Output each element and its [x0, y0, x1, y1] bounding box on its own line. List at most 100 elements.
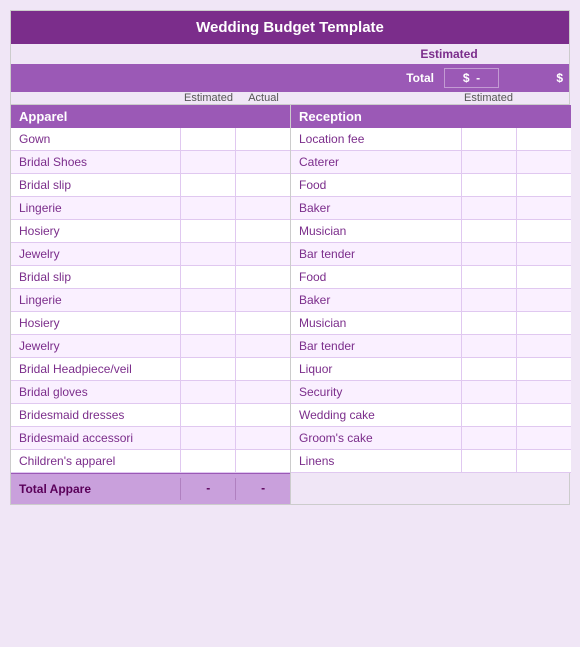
actual-cell[interactable] — [235, 174, 290, 196]
extra-cell-right[interactable] — [516, 266, 571, 288]
estimated-cell-right[interactable] — [461, 358, 516, 380]
extra-cell-right[interactable] — [516, 289, 571, 311]
extra-cell-right[interactable] — [516, 450, 571, 472]
list-item: Bar tender — [291, 336, 461, 356]
actual-cell[interactable] — [235, 312, 290, 334]
total-dollar-sign: $ - — [444, 68, 499, 88]
actual-cell[interactable] — [235, 243, 290, 265]
extra-cell-right[interactable] — [516, 381, 571, 403]
estimated-cell[interactable] — [180, 358, 235, 380]
estimated-cell-right[interactable] — [461, 381, 516, 403]
list-item: Lingerie — [11, 198, 180, 218]
estimated-cell-right[interactable] — [461, 450, 516, 472]
estimated-cell-right[interactable] — [461, 151, 516, 173]
actual-cell[interactable] — [235, 450, 290, 472]
actual-cell[interactable] — [235, 335, 290, 357]
apparel-total-label: Total Appare — [11, 479, 180, 499]
estimated-cell[interactable] — [180, 427, 235, 449]
list-item: Baker — [291, 290, 461, 310]
actual-cell[interactable] — [235, 128, 290, 150]
actual-cell[interactable] — [235, 220, 290, 242]
estimated-cell-right[interactable] — [461, 243, 516, 265]
estimated-cell[interactable] — [180, 450, 235, 472]
actual-cell[interactable] — [235, 266, 290, 288]
list-item: Musician — [291, 221, 461, 241]
extra-cell-right[interactable] — [516, 197, 571, 219]
list-item: Bridal slip — [11, 267, 180, 287]
list-item: Bridal Headpiece/veil — [11, 359, 180, 379]
estimated-cell[interactable] — [180, 220, 235, 242]
extra-cell-right[interactable] — [516, 404, 571, 426]
apparel-total-actual: - — [235, 478, 290, 500]
estimated-cell[interactable] — [180, 151, 235, 173]
extra-cell-right[interactable] — [516, 151, 571, 173]
table-row: Musician — [291, 312, 571, 335]
actual-cell[interactable] — [235, 404, 290, 426]
table-row: Food — [291, 266, 571, 289]
col-actual-header: Actual — [236, 92, 291, 104]
actual-cell[interactable] — [235, 197, 290, 219]
total-label: Total — [406, 71, 434, 85]
extra-cell-right[interactable] — [516, 312, 571, 334]
estimated-cell[interactable] — [180, 404, 235, 426]
estimated-cell[interactable] — [180, 243, 235, 265]
reception-section-header: Reception — [291, 105, 571, 128]
apparel-total-estimated: - — [180, 478, 235, 500]
estimated-cell-right[interactable] — [461, 174, 516, 196]
estimated-cell[interactable] — [180, 128, 235, 150]
extra-cell-right[interactable] — [516, 427, 571, 449]
table-row: Baker — [291, 197, 571, 220]
table-row: Lingerie — [11, 197, 290, 220]
list-item: Gown — [11, 129, 180, 149]
estimated-cell-right[interactable] — [461, 128, 516, 150]
estimated-cell-right[interactable] — [461, 266, 516, 288]
actual-cell[interactable] — [235, 151, 290, 173]
table-row: Groom's cake — [291, 427, 571, 450]
list-item: Linens — [291, 451, 461, 471]
actual-cell[interactable] — [235, 358, 290, 380]
extra-cell-right[interactable] — [516, 335, 571, 357]
table-row: Location fee — [291, 128, 571, 151]
estimated-cell[interactable] — [180, 289, 235, 311]
estimated-cell-right[interactable] — [461, 312, 516, 334]
list-item: Location fee — [291, 129, 461, 149]
actual-cell[interactable] — [235, 289, 290, 311]
estimated-cell-right[interactable] — [461, 220, 516, 242]
extra-cell-right[interactable] — [516, 358, 571, 380]
extra-cell-right[interactable] — [516, 243, 571, 265]
estimated-cell-right[interactable] — [461, 404, 516, 426]
table-row: Jewelry — [11, 335, 290, 358]
estimated-cell[interactable] — [180, 312, 235, 334]
estimated-cell[interactable] — [180, 381, 235, 403]
estimated-cell-right[interactable] — [461, 335, 516, 357]
table-row: Linens — [291, 450, 571, 473]
estimated-cell-right[interactable] — [461, 427, 516, 449]
list-item: Liquor — [291, 359, 461, 379]
actual-cell[interactable] — [235, 381, 290, 403]
estimated-cell[interactable] — [180, 335, 235, 357]
table-row: Bridal slip — [11, 174, 290, 197]
table-row: Liquor — [291, 358, 571, 381]
col-estimated-header: Estimated — [181, 92, 236, 104]
extra-cell-right[interactable] — [516, 220, 571, 242]
table-row: Baker — [291, 289, 571, 312]
list-item: Security — [291, 382, 461, 402]
estimated-cell-right[interactable] — [461, 289, 516, 311]
list-item: Baker — [291, 198, 461, 218]
list-item: Hosiery — [11, 221, 180, 241]
extra-cell-right[interactable] — [516, 174, 571, 196]
estimated-cell-right[interactable] — [461, 197, 516, 219]
table-row: Musician — [291, 220, 571, 243]
list-item: Bridal Shoes — [11, 152, 180, 172]
estimated-cell[interactable] — [180, 197, 235, 219]
actual-cell[interactable] — [235, 427, 290, 449]
list-item: Food — [291, 267, 461, 287]
table-row: Bridesmaid accessori — [11, 427, 290, 450]
list-item: Caterer — [291, 152, 461, 172]
estimated-cell[interactable] — [180, 174, 235, 196]
table-row: Caterer — [291, 151, 571, 174]
table-row: Bridesmaid dresses — [11, 404, 290, 427]
extra-cell-right[interactable] — [516, 128, 571, 150]
estimated-cell[interactable] — [180, 266, 235, 288]
list-item: Lingerie — [11, 290, 180, 310]
